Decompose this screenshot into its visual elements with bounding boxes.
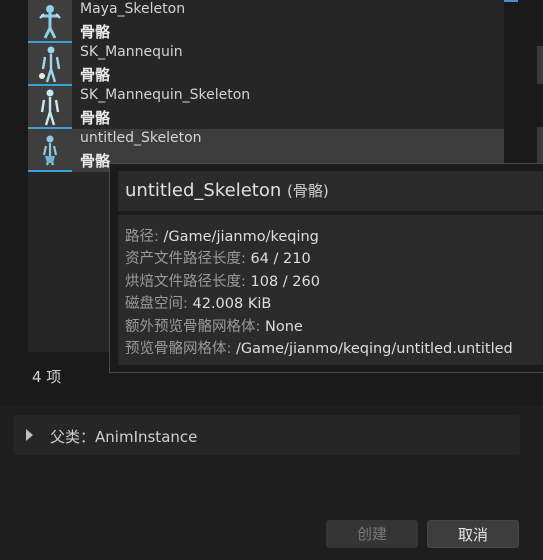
skeleton-figure-icon — [39, 46, 61, 83]
tooltip-key: 资产文件路径长度: — [125, 251, 251, 267]
scroll-mark — [537, 46, 543, 84]
tooltip-key: 烘焙文件路径长度: — [125, 274, 251, 290]
asset-name: untitled_Skeleton — [80, 130, 202, 146]
tooltip-asset-type: (骨骼) — [287, 182, 329, 200]
tooltip-row: 烘焙文件路径长度: 108 / 260 — [125, 270, 320, 291]
tooltip-value: 42.008 KiB — [192, 296, 272, 312]
tooltip-row: 预览骨骼网格体: /Game/jianmo/keqing/untitled.un… — [125, 337, 513, 358]
tooltip-asset-name: untitled_Skeleton — [125, 180, 282, 201]
asset-type: 骨骼 — [80, 109, 111, 127]
asset-name: Maya_Skeleton — [80, 1, 186, 17]
asset-tooltip: untitled_Skeleton (骨骼) 路径: /Game/jianmo/… — [109, 163, 543, 373]
tooltip-value: /Game/jianmo/keqing/untitled.untitled — [236, 341, 513, 357]
tooltip-row: 额外预览骨骼网格体: None — [125, 315, 303, 336]
cancel-button[interactable]: 取消 — [427, 520, 519, 548]
skeleton-figure-icon — [39, 5, 61, 39]
item-count: 4 项 — [32, 368, 62, 386]
parent-class-value: AnimInstance — [95, 428, 198, 446]
thumbnail — [28, 0, 72, 43]
parent-class-label: 父类：AnimInstance — [50, 426, 197, 447]
tooltip-value: /Game/jianmo/keqing — [163, 229, 319, 245]
tooltip-title: untitled_Skeleton (骨骼) — [125, 180, 329, 201]
create-button[interactable]: 创建 — [326, 520, 418, 548]
list-item[interactable]: SK_Mannequin_Skeleton 骨骼 — [28, 86, 504, 129]
asset-type: 骨骼 — [80, 23, 111, 41]
parent-class-section[interactable]: 父类：AnimInstance — [13, 415, 520, 455]
thumbnail — [28, 129, 72, 172]
skeleton-figure-icon — [42, 135, 58, 166]
tooltip-value: 64 / 210 — [250, 251, 311, 267]
thumbnail — [28, 86, 72, 129]
tooltip-body: 路径: /Game/jianmo/keqing 资产文件路径长度: 64 / 2… — [118, 215, 543, 365]
asset-name: SK_Mannequin_Skeleton — [80, 87, 251, 103]
tooltip-header: untitled_Skeleton (骨骼) — [118, 171, 543, 211]
list-item[interactable]: SK_Mannequin 骨骼 — [28, 43, 504, 86]
tooltip-row: 路径: /Game/jianmo/keqing — [125, 225, 319, 246]
asset-type: 骨骼 — [80, 66, 111, 84]
thumbnail — [28, 43, 72, 86]
skeleton-figure-icon — [40, 89, 60, 126]
tooltip-value: None — [265, 319, 303, 335]
tooltip-row: 磁盘空间: 42.008 KiB — [125, 292, 271, 313]
tooltip-key: 预览骨骼网格体: — [125, 341, 236, 357]
tooltip-value: 108 / 260 — [250, 274, 320, 290]
list-item[interactable]: Maya_Skeleton 骨骼 — [28, 0, 504, 43]
tooltip-key: 额外预览骨骼网格体: — [125, 319, 265, 335]
asset-type: 骨骼 — [80, 152, 111, 170]
parent-class-key: 父类： — [50, 428, 96, 446]
tooltip-key: 路径: — [125, 229, 164, 245]
tooltip-row: 资产文件路径长度: 64 / 210 — [125, 247, 311, 268]
scroll-mark — [537, 127, 543, 165]
triangle-right-icon[interactable] — [26, 429, 33, 441]
tooltip-key: 磁盘空间: — [125, 296, 193, 312]
asset-name: SK_Mannequin — [80, 44, 183, 60]
